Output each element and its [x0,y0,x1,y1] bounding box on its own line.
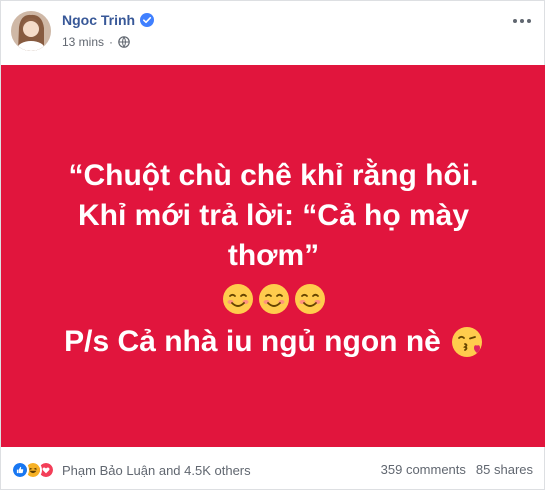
meta-separator: · [109,35,114,49]
comments-count[interactable]: 359 comments [381,462,466,477]
status-line-4: P/s Cả nhà iu ngủ ngon nè [64,325,441,358]
post-footer: Phạm Bảo Luận and 4.5K others 359 commen… [1,447,544,490]
status-line-2: Khỉ mới trả lời: “Cả họ mày [77,199,470,232]
smiling-face-icon [222,284,253,314]
reactions-text[interactable]: Phạm Bảo Luận and 4.5K others [62,463,251,478]
like-icon [11,461,29,479]
globe-icon[interactable] [118,36,130,48]
face-blowing-kiss-icon [451,327,482,357]
reactions-summary[interactable]: Phạm Bảo Luận and 4.5K others [11,461,251,479]
avatar[interactable] [11,11,51,51]
smiling-face-icon [258,284,289,314]
status-line-1: “Chuột chù chê khỉ rằng hôi. [68,159,479,192]
post-header: Ngoc Trinh 13 mins · [1,1,544,65]
status-background: “Chuột chù chê khỉ rằng hôi. Khỉ mới trả… [1,65,545,447]
shares-count[interactable]: 85 shares [476,462,533,477]
verified-badge-icon [140,13,155,27]
more-horizontal-icon [513,19,531,23]
status-text: “Chuột chù chê khỉ rằng hôi. Khỉ mới trả… [34,156,514,362]
status-line-3: thơm” [227,239,320,272]
smiling-face-icon [294,284,325,314]
post-timestamp[interactable]: 13 mins [62,35,104,49]
author-name[interactable]: Ngoc Trinh [62,12,135,28]
post-stats: 359 comments 85 shares [381,462,533,477]
emoji-row [34,280,514,318]
facebook-post: Ngoc Trinh 13 mins · “Chuột chù chê khỉ … [0,0,545,490]
more-options-button[interactable] [510,11,534,31]
status-line-4-row: P/s Cả nhà iu ngủ ngon nè [34,322,514,362]
